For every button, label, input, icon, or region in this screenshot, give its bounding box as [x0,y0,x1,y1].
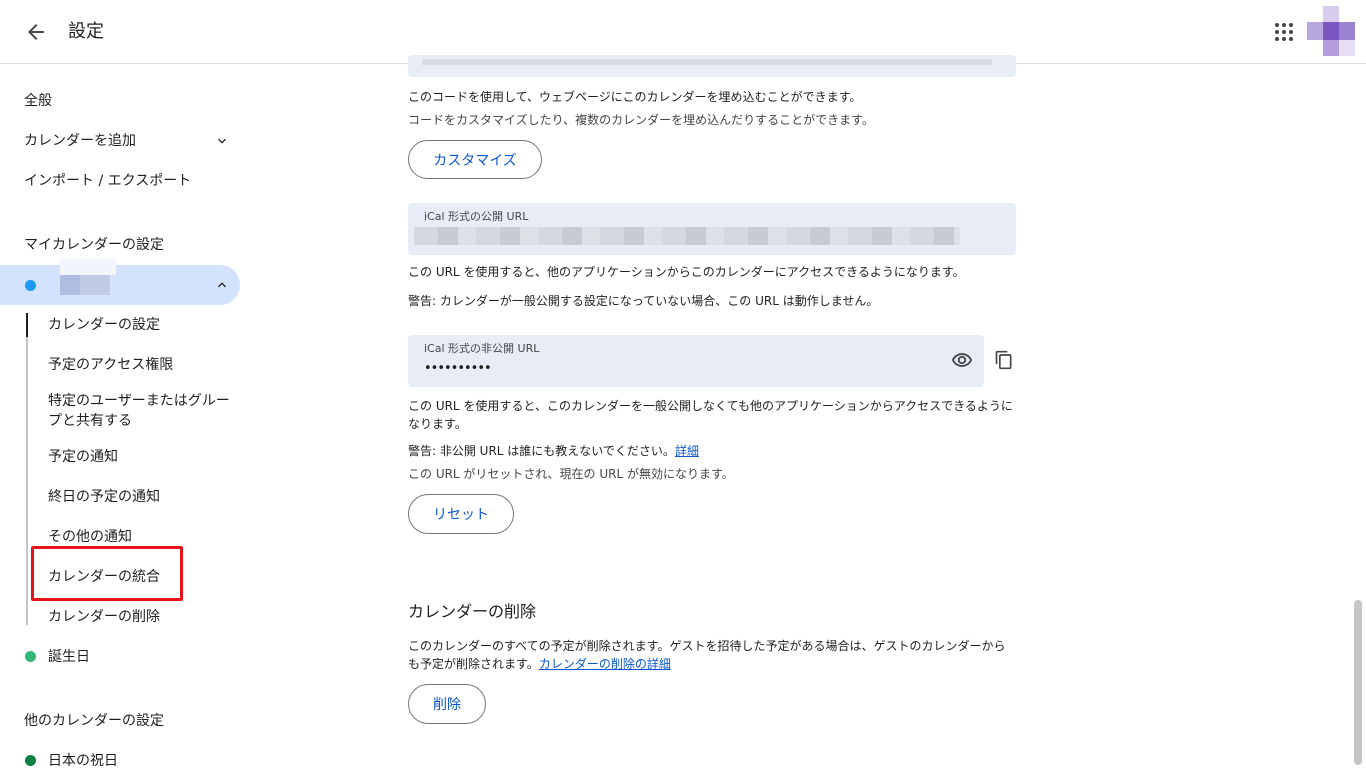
customize-button[interactable]: カスタマイズ [408,140,542,179]
subnav-access-permissions[interactable]: 予定のアクセス権限 [48,355,173,375]
nav-general[interactable]: 全般 [24,91,52,111]
reset-description: この URL がリセットされ、現在の URL が無効になります。 [408,467,734,481]
redacted-calendar-name-top [60,259,116,275]
embed-description: このコードを使用して、ウェブページにこのカレンダーを埋め込むことができます。 [408,90,862,104]
subnav-guide-line [26,313,28,625]
page-scrollbar-thumb[interactable] [1354,600,1362,765]
nav-add-calendar[interactable]: カレンダーを追加 [24,131,136,151]
google-apps-button[interactable] [1264,12,1304,52]
subnav-allday-notifications[interactable]: 終日の予定の通知 [48,487,160,507]
sidebar-item-japan-holidays[interactable]: 日本の祝日 [48,751,118,768]
delete-learn-more-link[interactable]: カレンダーの削除の詳細 [539,657,671,671]
page-title: 設定 [68,21,104,42]
public-ical-url-field[interactable]: iCal 形式の公開 URL [408,203,1016,255]
calendar-color-dot [25,280,36,291]
arrow-back-icon [28,24,44,40]
private-ical-url-label: iCal 形式の非公開 URL [424,342,540,355]
delete-button[interactable]: 削除 [408,684,486,724]
birthday-color-dot [25,651,36,662]
public-url-warning: 警告: カレンダーが一般公開する設定になっていない場合、この URL は動作しま… [408,294,879,308]
private-ical-url-field[interactable]: iCal 形式の非公開 URL •••••••••• [408,335,984,387]
copy-icon [995,350,1012,370]
subnav-active-indicator [26,313,28,337]
subnav-integrate-calendar[interactable]: カレンダーの統合 [48,567,160,587]
eye-icon [951,353,973,367]
delete-description-text: このカレンダーのすべての予定が削除されます。ゲストを招待した予定がある場合は、ゲ… [408,639,1006,671]
nav-import-export[interactable]: インポート / エクスポート [24,171,191,191]
private-ical-url-masked: •••••••••• [424,361,492,376]
redacted-calendar-name-part [60,275,80,295]
public-url-description: この URL を使用すると、他のアプリケーションからこのカレンダーにアクセスでき… [408,265,965,279]
holidays-color-dot [25,755,36,766]
redacted-embed-code [422,59,992,65]
my-calendars-section-label: マイカレンダーの設定 [24,237,164,253]
embed-code-field[interactable] [408,55,1016,77]
subnav-remove-calendar[interactable]: カレンダーの削除 [48,607,160,627]
private-url-description: この URL を使用すると、このカレンダーを一般公開しなくても他のアプリケーショ… [408,399,1013,431]
private-url-warning-text: 警告: 非公開 URL は誰にも教えないでください。 [408,444,675,458]
private-url-warning: 警告: 非公開 URL は誰にも教えないでください。詳細 [408,442,699,460]
subnav-event-notifications[interactable]: 予定の通知 [48,447,118,467]
delete-description: このカレンダーのすべての予定が削除されます。ゲストを招待した予定がある場合は、ゲ… [408,637,1016,673]
settings-main-content: このコードを使用して、ウェブページにこのカレンダーを埋め込むことができます。 コ… [408,55,1018,768]
chevron-up-icon[interactable] [214,277,230,293]
subnav-calendar-settings[interactable]: カレンダーの設定 [48,315,160,335]
back-button[interactable] [16,12,56,52]
chevron-down-icon[interactable] [214,133,230,149]
other-calendars-section-label: 他のカレンダーの設定 [24,713,164,729]
sidebar-item-my-calendar[interactable] [0,259,240,305]
account-avatar[interactable] [1307,6,1355,56]
redacted-public-url [414,227,960,245]
learn-more-link[interactable]: 詳細 [675,444,699,458]
copy-url-button[interactable] [990,346,1018,374]
delete-section-title: カレンダーの削除 [408,602,537,621]
subnav-share-with-people[interactable]: 特定のユーザーまたはグループと共有する [48,391,238,431]
reset-button[interactable]: リセット [408,494,514,534]
apps-grid-icon [1275,23,1293,41]
sidebar-item-birthdays[interactable]: 誕生日 [48,647,90,667]
subnav-other-notifications[interactable]: その他の通知 [48,527,132,547]
settings-sidebar: 全般 カレンダーを追加 インポート / エクスポート マイカレンダーの設定 カレ… [0,65,256,768]
embed-customize-description: コードをカスタマイズしたり、複数のカレンダーを埋め込んだりすることができます。 [408,113,874,127]
public-ical-url-label: iCal 形式の公開 URL [424,210,529,223]
show-url-button[interactable] [948,346,976,374]
